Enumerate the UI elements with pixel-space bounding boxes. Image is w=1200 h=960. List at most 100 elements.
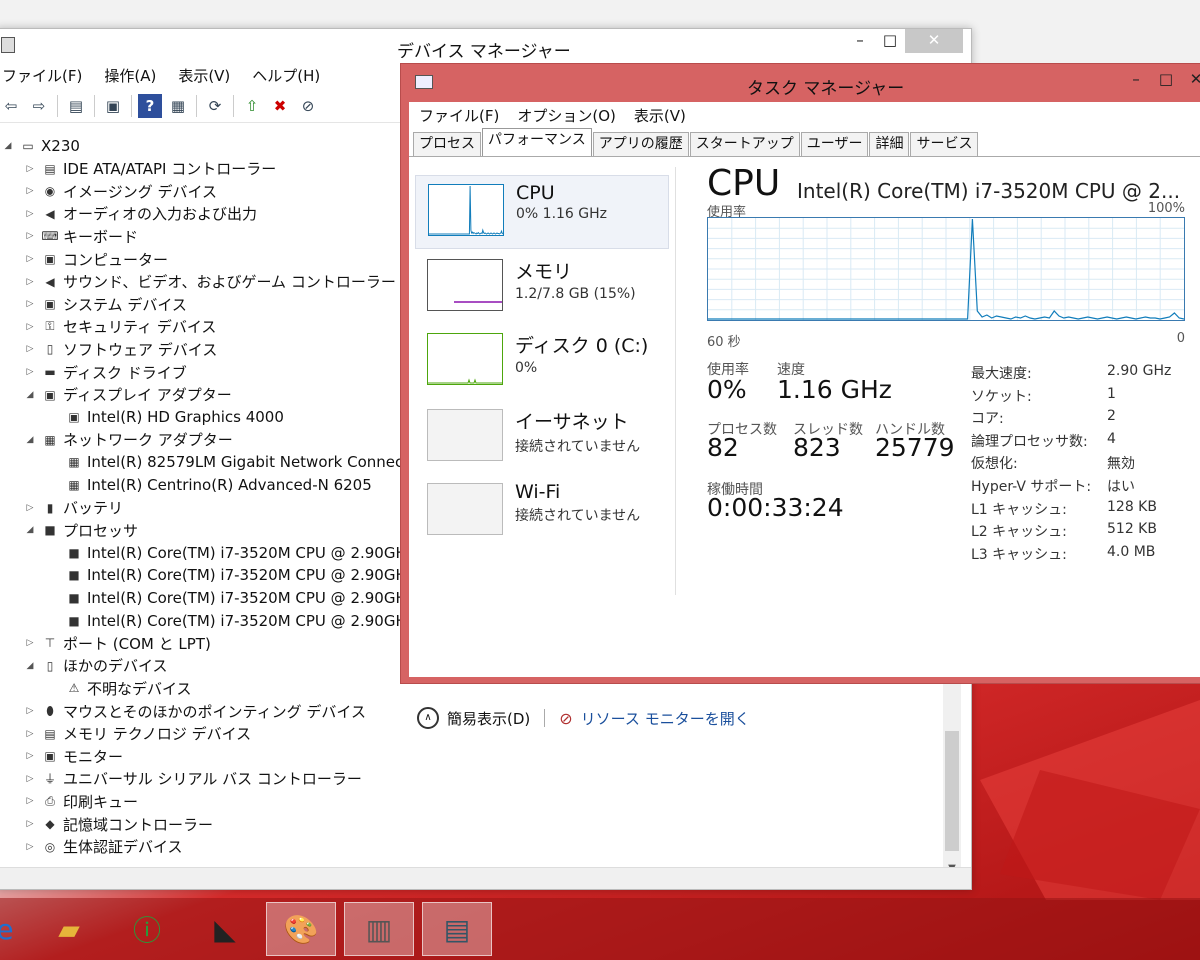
close-button[interactable]: ✕	[1181, 68, 1200, 92]
sidebar-item-disk[interactable]: ディスク 0 (C:) 0%	[415, 325, 669, 399]
tree-node[interactable]: ▷ ⚿ セキュリティ デバイス	[23, 316, 217, 338]
sidebar-item-cpu[interactable]: CPU 0% 1.16 GHz	[415, 175, 669, 249]
tab-users[interactable]: ユーザー	[800, 132, 869, 156]
resource-monitor-icon[interactable]: ⊘	[559, 709, 572, 728]
tab-details[interactable]: 詳細	[869, 132, 910, 156]
tree-node[interactable]: ▷ ◉ イメージング デバイス	[23, 180, 218, 202]
expand-arrow-icon[interactable]: ▷	[23, 706, 37, 716]
tree-node[interactable]: ◢ ■ プロセッサ	[23, 519, 138, 541]
expand-arrow-icon[interactable]: ◢	[23, 525, 37, 535]
menu-action[interactable]: 操作(A)	[104, 65, 156, 86]
file-explorer-icon[interactable]: ▰	[34, 902, 104, 956]
tree-node[interactable]: ▷ ⎙ 印刷キュー	[23, 790, 138, 812]
tree-node[interactable]: ▷ ▣ モニター	[23, 745, 123, 767]
resource-monitor-link[interactable]: リソース モニターを開く	[581, 708, 750, 729]
expand-arrow-icon[interactable]: ◢	[23, 661, 37, 671]
expand-arrow-icon[interactable]: ▷	[23, 638, 37, 648]
tree-node[interactable]: ▷ ▣ コンピューター	[23, 248, 168, 270]
menu-options[interactable]: オプション(O)	[517, 105, 616, 126]
tree-node[interactable]: ◢ ▦ ネットワーク アダプター	[23, 429, 233, 451]
expand-arrow-icon[interactable]: ▷	[23, 322, 37, 332]
show-hide-tree-icon[interactable]: ▤	[64, 94, 88, 118]
tree-node[interactable]: ■ Intel(R) Core(TM) i7-3520M CPU @ 2.90GH…	[47, 587, 414, 609]
tree-node[interactable]: ▷ ◆ 記憶域コントローラー	[23, 813, 213, 835]
tree-node[interactable]: ■ Intel(R) Core(TM) i7-3520M CPU @ 2.90GH…	[47, 542, 414, 564]
sidebar-item-wifi[interactable]: Wi-Fi 接続されていません	[415, 475, 669, 549]
tree-node[interactable]: ■ Intel(R) Core(TM) i7-3520M CPU @ 2.90GH…	[47, 610, 414, 632]
tree-node[interactable]: ▷ ▣ システム デバイス	[23, 293, 187, 315]
scrollbar-thumb[interactable]	[945, 731, 959, 851]
minimize-button[interactable]: –	[1121, 68, 1151, 92]
tree-node[interactable]: ▷ ◎ 生体認証デバイス	[23, 836, 183, 858]
tree-node[interactable]: ⚠ 不明なデバイス	[47, 677, 192, 699]
expand-arrow-icon[interactable]: ▷	[23, 344, 37, 354]
tree-node[interactable]: ▷ ▤ メモリ テクノロジ デバイス	[23, 723, 252, 745]
expand-arrow-icon[interactable]: ▷	[23, 209, 37, 219]
tree-node[interactable]: ◢ ▯ ほかのデバイス	[23, 655, 168, 677]
tree-node[interactable]: ▷ ▯ ソフトウェア デバイス	[23, 338, 218, 360]
uninstall-icon[interactable]: ✖	[268, 94, 292, 118]
menu-view[interactable]: 表示(V)	[178, 65, 230, 86]
expand-arrow-icon[interactable]: ▷	[23, 503, 37, 513]
tab-startup[interactable]: スタートアップ	[689, 132, 800, 156]
tree-node[interactable]: ■ Intel(R) Core(TM) i7-3520M CPU @ 2.90GH…	[47, 564, 414, 586]
maximize-button[interactable]: □	[1151, 68, 1181, 92]
laptop-app-icon[interactable]: ◣	[190, 902, 260, 956]
view-icon[interactable]: ▦	[166, 94, 190, 118]
expand-arrow-icon[interactable]: ▷	[23, 299, 37, 309]
tab-app-history[interactable]: アプリの履歴	[592, 132, 689, 156]
paint-icon[interactable]: 🎨	[266, 902, 336, 956]
forward-icon[interactable]: ⇨	[27, 94, 51, 118]
expand-arrow-icon[interactable]: ◢	[23, 435, 37, 445]
tree-node[interactable]: ▷ ⏚ ユニバーサル シリアル バス コントローラー	[23, 768, 362, 790]
menu-view[interactable]: 表示(V)	[634, 105, 686, 126]
disable-device-icon[interactable]: ⊘	[296, 94, 320, 118]
tree-node[interactable]: ▷ ▤ IDE ATA/ATAPI コントローラー	[23, 158, 277, 180]
help-icon[interactable]: ?	[138, 93, 162, 118]
tab-services[interactable]: サービス	[910, 132, 979, 156]
close-button[interactable]: ✕	[905, 29, 963, 53]
tree-node[interactable]: ▦ Intel(R) 82579LM Gigabit Network Connec…	[47, 451, 432, 473]
back-icon[interactable]: ⇦	[0, 94, 23, 118]
tree-node[interactable]: ◢ ▭ X230	[1, 135, 80, 157]
tab-performance[interactable]: パフォーマンス	[482, 128, 592, 156]
expand-arrow-icon[interactable]: ▷	[23, 729, 37, 739]
tree-node[interactable]: ◢ ▣ ディスプレイ アダプター	[23, 384, 232, 406]
device-manager-titlebar[interactable]: デバイス マネージャー – □ ✕	[0, 29, 971, 62]
task-manager-titlebar[interactable]: タスク マネージャー – □ ✕	[401, 64, 1200, 102]
info-app-icon[interactable]: ⓘ	[112, 902, 182, 956]
tree-node[interactable]: ▷ ⌨ キーボード	[23, 225, 138, 247]
expand-arrow-icon[interactable]: ▷	[23, 819, 37, 829]
expand-arrow-icon[interactable]: ▷	[23, 751, 37, 761]
minimize-button[interactable]: –	[845, 29, 875, 53]
expand-arrow-icon[interactable]: ▷	[23, 774, 37, 784]
expand-arrow-icon[interactable]: ◢	[1, 141, 15, 151]
expand-arrow-icon[interactable]: ▷	[23, 164, 37, 174]
sidebar-item-memory[interactable]: メモリ 1.2/7.8 GB (15%)	[415, 251, 669, 325]
menu-file[interactable]: ファイル(F)	[419, 105, 499, 126]
menu-file[interactable]: ファイル(F)	[2, 65, 82, 86]
fewer-details-link[interactable]: 簡易表示(D)	[447, 708, 530, 729]
menu-help[interactable]: ヘルプ(H)	[252, 65, 320, 86]
expand-arrow-icon[interactable]: ▷	[23, 796, 37, 806]
tree-node[interactable]: ▷ ▮ バッテリ	[23, 497, 123, 519]
tree-node[interactable]: ▷ ⊤ ポート (COM と LPT)	[23, 632, 211, 654]
tree-node[interactable]: ▷ ◀ サウンド、ビデオ、およびゲーム コントローラー	[23, 271, 396, 293]
tree-node[interactable]: ▷ ⬮ マウスとそのほかのポインティング デバイス	[23, 700, 366, 722]
chevron-up-icon[interactable]: ∧	[417, 707, 439, 729]
maximize-button[interactable]: □	[875, 29, 905, 53]
tree-node[interactable]: ▦ Intel(R) Centrino(R) Advanced-N 6205	[47, 474, 371, 496]
expand-arrow-icon[interactable]: ▷	[23, 231, 37, 241]
task-manager-taskbar-icon[interactable]: ▤	[422, 902, 492, 956]
sidebar-item-ethernet[interactable]: イーサネット 接続されていません	[415, 401, 669, 475]
expand-arrow-icon[interactable]: ▷	[23, 186, 37, 196]
tree-node[interactable]: ▣ Intel(R) HD Graphics 4000	[47, 406, 284, 428]
tree-node[interactable]: ▷ ▬ ディスク ドライブ	[23, 361, 187, 383]
scan-hardware-icon[interactable]: ⟳	[203, 94, 227, 118]
expand-arrow-icon[interactable]: ▷	[23, 367, 37, 377]
tree-node[interactable]: ▷ ◀ オーディオの入力および出力	[23, 203, 257, 225]
tab-processes[interactable]: プロセス	[413, 132, 481, 156]
update-driver-icon[interactable]: ⇧	[240, 94, 264, 118]
properties-icon[interactable]: ▣	[101, 94, 125, 118]
expand-arrow-icon[interactable]: ▷	[23, 254, 37, 264]
